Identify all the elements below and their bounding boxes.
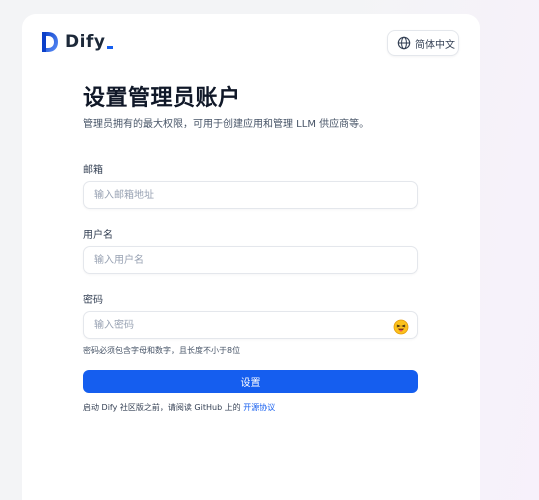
setup-card: Dify 简体中文 设置管理员账户 管理员拥有的最大权限，可用于创建应用和管理 … (22, 14, 480, 500)
password-hint: 密码必须包含字母和数字，且长度不小于8位 (83, 346, 241, 355)
username-label: 用户名 (83, 230, 113, 241)
license-notice: 启动 Dify 社区版之前，请阅读 GitHub 上的 开源协议 (83, 402, 275, 413)
license-notice-text: 启动 Dify 社区版之前，请阅读 GitHub 上的 (83, 403, 241, 412)
email-label: 邮箱 (83, 165, 103, 176)
username-input[interactable] (83, 246, 418, 274)
language-label: 简体中文 (415, 39, 455, 51)
dify-logo: Dify (42, 32, 114, 52)
password-input[interactable] (83, 311, 418, 339)
open-source-license-link[interactable]: 开源协议 (243, 403, 275, 412)
dify-logo-icon (42, 32, 58, 52)
email-input[interactable] (83, 181, 418, 209)
page-title: 设置管理员账户 (83, 86, 241, 111)
setup-button[interactable]: 设置 (83, 370, 418, 393)
globe-icon (397, 36, 411, 50)
password-label: 密码 (83, 295, 103, 306)
logo-cursor (107, 45, 114, 49)
language-selector-button[interactable]: 简体中文 (387, 30, 459, 56)
face-emoji-icon[interactable] (393, 319, 409, 335)
page-subtitle: 管理员拥有的最大权限，可用于创建应用和管理 LLM 供应商等。 (83, 119, 370, 130)
logo-text: Dify (65, 32, 106, 52)
